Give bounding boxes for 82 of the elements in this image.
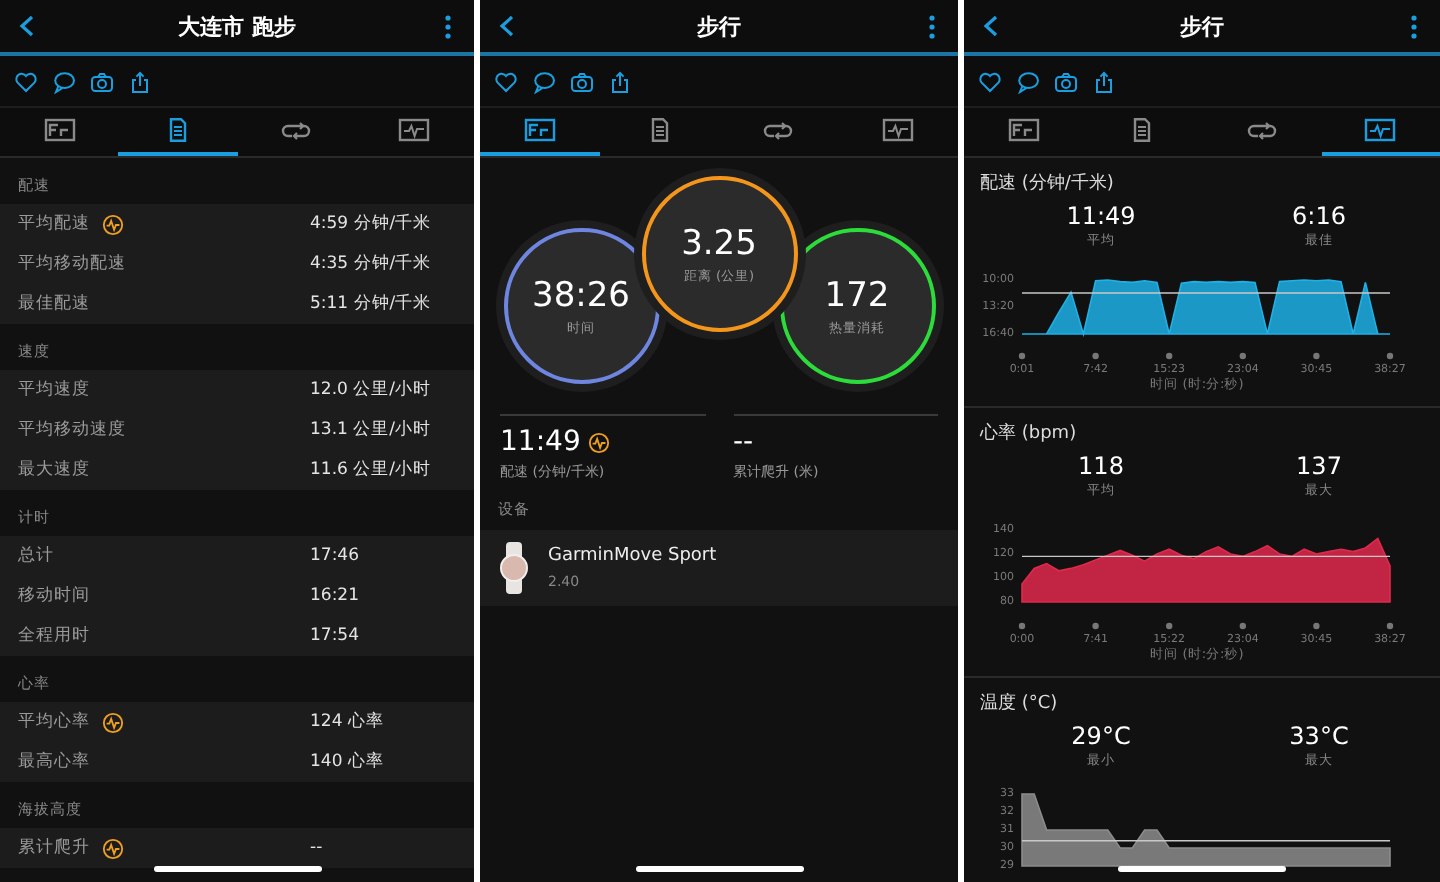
more-options-icon[interactable] [928,13,936,39]
share-icon[interactable] [1092,69,1116,93]
stat-value: 124 心率 [310,710,386,734]
stat-value: 13.1 公里/小时 [310,418,433,442]
tick-mark [1239,352,1246,360]
ring-value: 38:26 [532,275,630,315]
loop-icon [280,118,313,142]
comment-icon[interactable] [532,69,556,93]
summary-icon [43,118,76,142]
loop-icon [762,118,795,142]
share-icon[interactable] [128,69,152,93]
screen-title: 步行 [1178,11,1226,41]
stat-value: -- [310,838,325,858]
stat-value: 33°C [1289,722,1349,750]
tick-mark [1386,352,1394,360]
stat-label: 最佳配速 [18,292,90,316]
comment-icon[interactable] [1016,69,1040,93]
stat-value: 11:49 [1066,202,1136,230]
screen-title: 步行 [695,11,743,41]
stat-label: 平均速度 [18,378,90,402]
tick-mark [1239,622,1246,630]
stat-value: 137 [1296,452,1342,480]
stat-value: 17:54 [310,626,361,646]
chart-icon [398,118,431,142]
camera-icon[interactable] [1054,69,1078,93]
tick-mark [1313,352,1320,360]
camera-icon[interactable] [90,69,114,93]
like-icon[interactable] [14,69,38,93]
share-icon[interactable] [608,69,632,93]
stat-value: 16:21 [310,586,361,606]
chart-icon [1364,118,1397,142]
comment-icon[interactable] [52,69,76,93]
tick-mark [1166,622,1173,630]
stat-label: 最高心率 [18,750,90,774]
chart-title: 心率 (bpm) [978,421,1079,446]
loop-icon [1245,118,1278,142]
back-icon[interactable] [980,14,1000,38]
tick-mark [1018,622,1026,630]
stat-value: 17:46 [310,546,361,566]
stat-value: 11:49 [500,426,581,458]
like-icon[interactable] [494,69,518,93]
camera-icon[interactable] [570,69,594,93]
stat-value: 4:35 分钟/千米 [310,252,434,276]
ring-value: 3.25 [681,223,757,263]
stat-label: 累计爬升 [18,836,90,860]
stat-label: 平均配速 [18,212,90,236]
chart-icon [882,118,915,142]
tick-mark [1313,622,1320,630]
stat-value: 118 [1078,452,1124,480]
tick-mark [1018,352,1026,360]
tick-mark [1092,352,1099,360]
ring-value: 172 [824,275,890,315]
screen-title: 大连市 跑步 [176,11,298,41]
stat-value: 12.0 公里/小时 [310,378,433,402]
summary-icon [523,118,556,142]
summary-icon [1007,118,1040,142]
stat-value: 140 心率 [310,750,386,774]
chart-title: 温度 (°C) [978,691,1060,716]
back-icon[interactable] [496,14,516,38]
like-icon[interactable] [978,69,1002,93]
more-options-icon[interactable] [1410,13,1418,39]
chart-title: 配速 (分钟/千米) [978,171,1116,196]
stat-value: 6:16 [1292,202,1346,230]
stat-value: 11.6 公里/小时 [310,458,433,482]
stat-value: 4:59 分钟/千米 [310,212,434,236]
stat-label: 总计 [18,544,54,568]
watch-drawing [500,542,528,594]
stat-label: 全程用时 [18,624,90,648]
stat-label: 平均心率 [18,710,90,734]
stat-value: 5:11 分钟/千米 [310,292,434,316]
tick-mark [1092,622,1099,630]
stat-label: 移动时间 [18,584,90,608]
stat-label: 平均移动速度 [18,418,126,442]
tick-mark [1166,352,1173,360]
more-options-icon[interactable] [444,13,452,39]
device-name: GarminMove Sport [548,546,717,566]
stat-value: -- [733,426,754,458]
back-icon[interactable] [16,14,36,38]
stat-label: 最大速度 [18,458,90,482]
tick-mark [1386,622,1394,630]
stat-value: 29°C [1071,722,1131,750]
stat-label: 平均移动配速 [18,252,126,276]
